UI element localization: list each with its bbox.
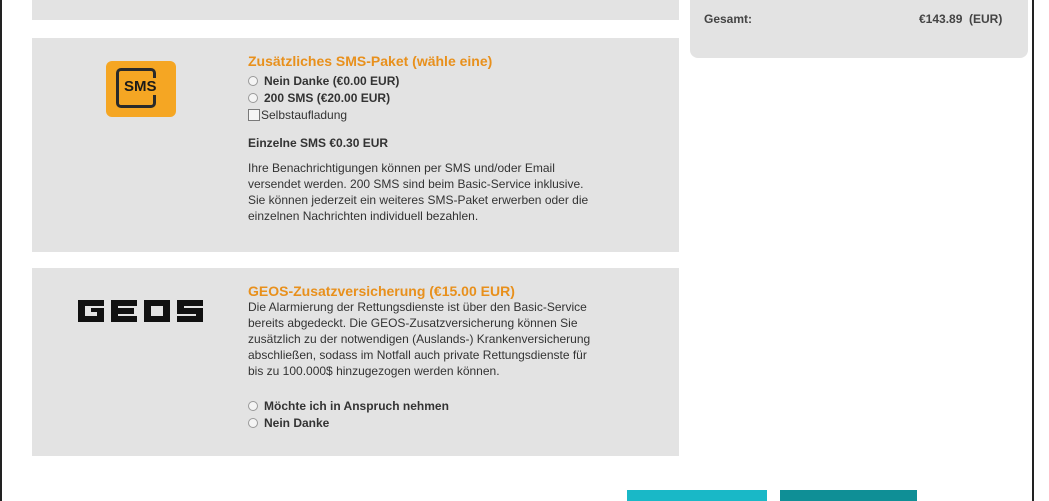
sms-package-panel: SMS Zusätzliches SMS-Paket (wähle eine) …	[32, 38, 679, 252]
description-line: abschließen, sodass im Notfall auch priv…	[248, 348, 587, 362]
checkbox-box[interactable]	[248, 109, 260, 121]
geos-content: GEOS-Zusatzversicherung (€15.00 EUR) Die…	[248, 283, 590, 431]
total-currency: (EUR)	[969, 12, 1003, 26]
geos-option-accept[interactable]: Möchte ich in Anspruch nehmen	[248, 397, 590, 414]
description-line: Ihre Benachrichtigungen können per SMS u…	[248, 161, 555, 175]
sms-option-none-label: Nein Danke (€0.00 EUR)	[264, 73, 400, 88]
total-amount: €143.89	[919, 12, 963, 26]
description-line: versendet werden. 200 SMS sind beim Basi…	[248, 177, 584, 191]
sms-option-200-label: 200 SMS (€20.00 EUR)	[264, 90, 391, 105]
radio-button[interactable]	[248, 417, 258, 428]
back-button[interactable]	[627, 490, 767, 501]
sms-package-description: Ihre Benachrichtigungen können per SMS u…	[248, 160, 588, 224]
description-line: Die Alarmierung der Rettungsdienste ist …	[248, 300, 587, 314]
auto-recharge-label: Selbstaufladung	[261, 108, 348, 122]
auto-recharge-checkbox[interactable]: Selbstaufladung	[248, 106, 588, 124]
sms-phone-icon: SMS	[106, 61, 176, 117]
geos-logo	[78, 300, 203, 322]
geos-option-decline[interactable]: Nein Danke	[248, 414, 590, 431]
sms-option-none[interactable]: Nein Danke (€0.00 EUR)	[248, 72, 588, 89]
description-line: bis zu 100.000$ hinzugezogen werden könn…	[248, 364, 500, 378]
geos-option-decline-label: Nein Danke	[264, 415, 330, 430]
previous-panel-edge	[32, 0, 679, 20]
sms-package-title: Zusätzliches SMS-Paket (wähle eine)	[248, 53, 493, 69]
radio-button[interactable]	[248, 400, 258, 411]
sms-icon-label: SMS	[122, 78, 159, 95]
order-summary: Gesamt: €143.89 (EUR)	[690, 0, 1028, 58]
geos-description: Die Alarmierung der Rettungsdienste ist …	[248, 299, 590, 379]
description-line: einzelnen Nachrichten individuell bezahl…	[248, 209, 479, 223]
description-line: zusätzlich zu der notwendigen (Auslands-…	[248, 332, 591, 346]
total-label: Gesamt:	[704, 12, 753, 26]
sms-package-content: Zusätzliches SMS-Paket (wähle eine) Nein…	[248, 53, 588, 224]
geos-insurance-panel: GEOS-Zusatzversicherung (€15.00 EUR) Die…	[32, 268, 679, 456]
single-sms-price: Einzelne SMS €0.30 EUR	[248, 136, 389, 150]
next-button[interactable]	[780, 490, 917, 501]
geos-title: GEOS-Zusatzversicherung (€15.00 EUR)	[248, 283, 515, 299]
page-frame: Gesamt: €143.89 (EUR) SMS Zusätzliches S…	[0, 0, 1034, 501]
sms-option-200[interactable]: 200 SMS (€20.00 EUR)	[248, 89, 588, 106]
description-line: Sie können jederzeit ein weiteres SMS-Pa…	[248, 193, 589, 207]
radio-button[interactable]	[248, 92, 258, 103]
radio-button[interactable]	[248, 75, 258, 86]
geos-option-accept-label: Möchte ich in Anspruch nehmen	[264, 398, 449, 413]
description-line: bereits abgedeckt. Die GEOS-Zusatzversic…	[248, 316, 578, 330]
